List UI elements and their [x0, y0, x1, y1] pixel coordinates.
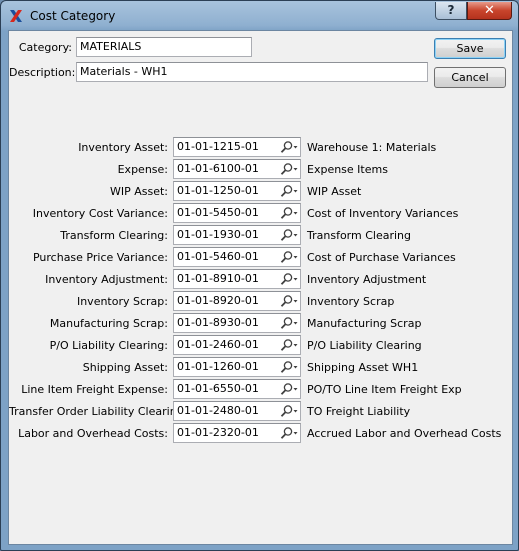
account-row: Shipping Asset: 01-01-1260-01 Shipping Ass…	[9, 357, 512, 379]
close-button[interactable]: ✕	[467, 2, 512, 20]
title-bar[interactable]: Cost Category ? ✕	[1, 1, 518, 31]
account-label: Shipping Asset:	[82, 361, 168, 374]
magnifier-dropdown-icon[interactable]	[279, 250, 299, 264]
magnifier-dropdown-icon[interactable]	[279, 272, 299, 286]
account-label: Inventory Scrap:	[76, 295, 168, 308]
category-field[interactable]: MATERIALS	[76, 37, 252, 57]
account-description: TO Freight Liability	[307, 405, 411, 418]
window-title: Cost Category	[30, 9, 116, 23]
account-description: Transform Clearing	[307, 229, 411, 242]
magnifier-dropdown-icon[interactable]	[279, 338, 299, 352]
account-description: Cost of Purchase Variances	[307, 251, 456, 264]
account-label: Labor and Overhead Costs:	[18, 427, 168, 440]
account-description: Manufacturing Scrap	[307, 317, 422, 330]
account-row: Inventory Asset: 01-01-1215-01 Warehouse 1…	[9, 137, 512, 159]
magnifier-dropdown-icon[interactable]	[279, 360, 299, 374]
account-description: Accrued Labor and Overhead Costs	[307, 427, 502, 440]
account-label: P/O Liability Clearing:	[49, 339, 168, 352]
account-label: WIP Asset:	[109, 185, 168, 198]
account-label: Transfer Order Liability Clearing:	[9, 405, 188, 418]
description-field[interactable]: Materials - WH1	[76, 62, 428, 82]
magnifier-dropdown-icon[interactable]	[279, 228, 299, 242]
account-row: Inventory Scrap: 01-01-8920-01 Inventory S…	[9, 291, 512, 313]
account-description: PO/TO Line Item Freight Exp	[307, 383, 462, 396]
xtuple-x-icon	[10, 10, 22, 22]
account-description: Warehouse 1: Materials	[307, 141, 437, 154]
account-row: P/O Liability Clearing: 01-01-2460-01 P/O …	[9, 335, 512, 357]
cancel-button[interactable]: Cancel	[434, 67, 506, 88]
account-label: Transform Clearing:	[60, 229, 168, 242]
magnifier-dropdown-icon[interactable]	[279, 184, 299, 198]
magnifier-dropdown-icon[interactable]	[279, 426, 299, 440]
category-label: Category:	[18, 41, 72, 54]
account-row: Inventory Adjustment: 01-01-8910-01 Invent…	[9, 269, 512, 291]
account-row: Transform Clearing: 01-01-1930-01 Transfor…	[9, 225, 512, 247]
magnifier-dropdown-icon[interactable]	[279, 316, 299, 330]
account-label: Line Item Freight Expense:	[21, 383, 168, 396]
account-label: Inventory Cost Variance:	[32, 207, 168, 220]
account-description: Expense Items	[307, 163, 388, 176]
account-label: Manufacturing Scrap:	[49, 317, 168, 330]
magnifier-dropdown-icon[interactable]	[279, 404, 299, 418]
account-row: Transfer Order Liability Clearing: 01-01-…	[9, 401, 512, 423]
account-row: Manufacturing Scrap: 01-01-8930-01 Manufac…	[9, 313, 512, 335]
help-button[interactable]: ?	[435, 2, 467, 20]
account-row: Labor and Overhead Costs: 01-01-2320-01 Ac…	[9, 423, 512, 445]
account-description: Shipping Asset WH1	[307, 361, 419, 374]
magnifier-dropdown-icon[interactable]	[279, 162, 299, 176]
cost-category-window: Cost Category ? ✕ Category: MATERIALS De…	[0, 0, 519, 551]
save-button[interactable]: Save	[434, 38, 506, 59]
magnifier-dropdown-icon[interactable]	[279, 294, 299, 308]
account-row: Line Item Freight Expense: 01-01-6550-01 P…	[9, 379, 512, 401]
description-label: Description:	[9, 66, 76, 79]
account-label: Purchase Price Variance:	[32, 251, 168, 264]
account-label: Inventory Asset:	[78, 141, 168, 154]
magnifier-dropdown-icon[interactable]	[279, 140, 299, 154]
account-row: Inventory Cost Variance: 01-01-5450-01 Cos…	[9, 203, 512, 225]
account-row: Purchase Price Variance: 01-01-5460-01 Cos…	[9, 247, 512, 269]
magnifier-dropdown-icon[interactable]	[279, 206, 299, 220]
account-description: Inventory Scrap	[307, 295, 395, 308]
account-label: Inventory Adjustment:	[45, 273, 168, 286]
account-label: Expense:	[117, 163, 168, 176]
account-row: WIP Asset: 01-01-1250-01 WIP Asset	[9, 181, 512, 203]
magnifier-dropdown-icon[interactable]	[279, 382, 299, 396]
account-description: P/O Liability Clearing	[307, 339, 422, 352]
account-description: WIP Asset	[307, 185, 362, 198]
dialog-body: Category: MATERIALS Description: Materia…	[8, 30, 513, 545]
account-description: Inventory Adjustment	[307, 273, 427, 286]
account-description: Cost of Inventory Variances	[307, 207, 459, 220]
account-row: Expense: 01-01-6100-01 Expense Items	[9, 159, 512, 181]
